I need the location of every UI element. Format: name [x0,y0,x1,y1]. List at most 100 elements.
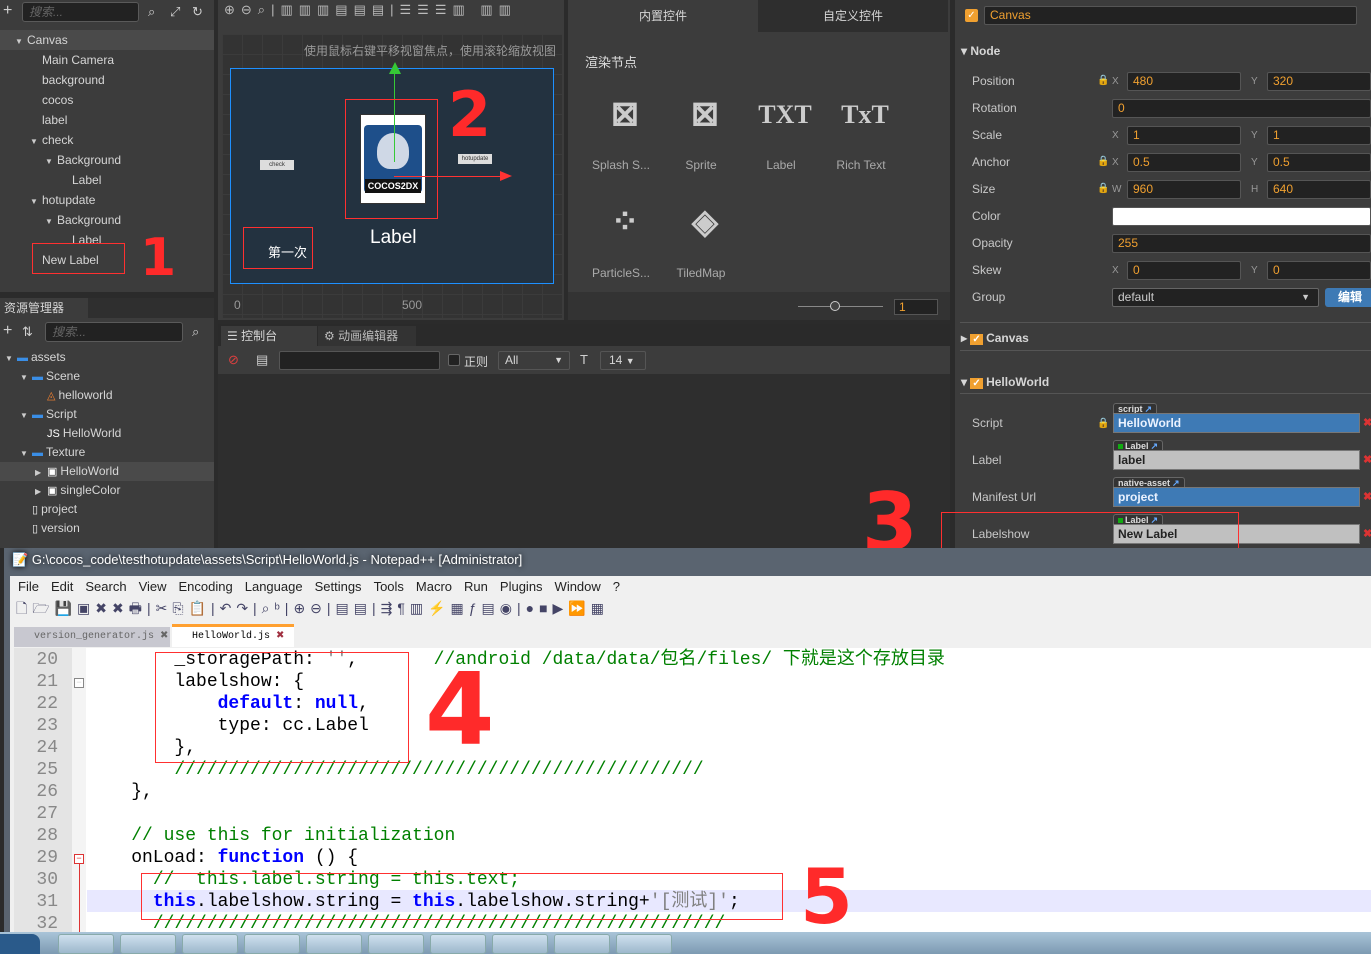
node-active-checkbox[interactable]: ✓ [965,9,978,22]
taskbar-app-other[interactable] [616,934,672,954]
asset-item[interactable]: JS HelloWorld [0,424,214,443]
widget-item[interactable]: ⊠ Splash S... [585,90,665,180]
group-select[interactable]: default ▼ [1112,288,1319,307]
tree-item[interactable]: ▼ check [0,130,214,150]
taskbar-app-cocos[interactable] [182,934,238,954]
position-x-input[interactable]: 480 [1127,72,1241,91]
widget-item[interactable]: ⊠ Sprite [665,90,745,180]
tree-item[interactable]: ▼ Background [0,210,214,230]
size-w-input[interactable]: 960 [1127,180,1241,199]
asset-item[interactable]: ▯ version [0,519,214,538]
anchor-y-input[interactable]: 0.5 [1267,153,1371,172]
taskbar-app-cmd[interactable] [554,934,610,954]
menu-macro[interactable]: Macro [416,579,452,594]
anchor-x-input[interactable]: 0.5 [1127,153,1241,172]
add-icon[interactable]: + [3,322,12,340]
menu-help[interactable]: ? [613,579,620,594]
log-level-select[interactable]: All ▼ [498,351,570,370]
widget-item[interactable]: ⁘ ParticleS... [585,198,665,288]
taskbar-app-ndx[interactable] [492,934,548,954]
menu-run[interactable]: Run [464,579,488,594]
asset-item[interactable]: ▯ project [0,500,214,519]
asset-item[interactable]: ▶ ▣ HelloWorld [0,462,214,481]
node-name-input[interactable]: Canvas [984,6,1357,25]
taskbar-app-chrome[interactable] [120,934,176,954]
taskbar-app-notepadpp[interactable] [368,934,424,954]
widget-item[interactable]: ◈ TiledMap [665,198,745,288]
asset-item[interactable]: ▼ ▬ Script [0,405,214,424]
taskbar-app-xampp[interactable] [430,934,486,954]
rotation-input[interactable]: 0 [1112,99,1371,118]
hotupdate-node[interactable]: hotupdate [458,154,492,164]
tree-item[interactable]: ▼ Canvas [0,30,214,50]
font-size-select[interactable]: 14 ▼ [600,351,646,370]
fold-icon[interactable]: − [74,678,84,688]
tree-item[interactable]: cocos [0,90,214,110]
clear-ref-icon[interactable]: ✖ [1363,527,1371,540]
zoom-slider[interactable] [798,306,883,307]
asset-item[interactable]: ▼ ▬ Texture [0,443,214,462]
start-button[interactable] [0,934,40,954]
menu-tools[interactable]: Tools [374,579,404,594]
fold-icon[interactable]: − [74,854,84,864]
tree-item[interactable]: ▼ Background [0,150,214,170]
skew-y-input[interactable]: 0 [1267,261,1371,280]
size-h-input[interactable]: 640 [1267,180,1371,199]
tree-item[interactable]: ▼ hotupdate [0,190,214,210]
lock-icon[interactable]: 🔒 [1097,183,1109,194]
lock-icon[interactable]: 🔒 [1097,75,1109,86]
node-section-header[interactable]: ▾ Node [961,44,1000,58]
tab-console[interactable]: ☰ 控制台 [221,326,317,346]
clear-ref-icon[interactable]: ✖ [1363,453,1371,466]
zoom-input[interactable]: 1 [894,299,938,315]
clear-ref-icon[interactable]: ✖ [1363,416,1371,429]
scale-y-input[interactable]: 1 [1267,126,1371,145]
skew-x-input[interactable]: 0 [1127,261,1241,280]
log-file-icon[interactable]: ▤ [256,352,268,368]
tab-animation[interactable]: ⚙ 动画编辑器 [318,326,416,346]
zoom-slider-handle[interactable] [830,301,840,311]
tab-helloworld[interactable]: HelloWorld.js ✖ [172,624,294,647]
console-filter-input[interactable] [279,351,440,370]
clear-ref-icon[interactable]: ✖ [1363,490,1371,503]
tab-builtin[interactable]: 内置控件 [568,0,758,32]
clear-icon[interactable]: ⊘ [228,352,239,368]
asset-item[interactable]: ▶ ▣ singleColor [0,481,214,500]
menu-plugins[interactable]: Plugins [500,579,543,594]
menu-file[interactable]: File [18,579,39,594]
tree-item[interactable]: Main Camera [0,50,214,70]
menu-view[interactable]: View [139,579,167,594]
menu-search[interactable]: Search [85,579,126,594]
taskbar-app-folder[interactable] [306,934,362,954]
opacity-input[interactable]: 255 [1112,234,1371,253]
menu-language[interactable]: Language [245,579,303,594]
asset-item[interactable]: ◬ helloworld [0,386,214,405]
asset-item[interactable]: ▼ ▬ Scene [0,367,214,386]
expand-icon[interactable]: ⤢ [170,4,180,20]
regex-checkbox[interactable] [448,354,460,366]
tree-item[interactable]: label [0,110,214,130]
assets-search-input[interactable]: 搜索... [45,322,183,342]
helloworld-component-header[interactable]: ▾ ✓ HelloWorld [961,375,1049,389]
ref-field[interactable]: label [1113,450,1360,470]
tree-item[interactable]: Label [0,170,214,190]
tab-custom[interactable]: 自定义控件 [758,0,948,32]
hierarchy-search-input[interactable]: 搜索... [22,2,139,22]
label-node[interactable]: Label [370,227,417,249]
refresh-icon[interactable]: ↻ [192,4,203,20]
menu-edit[interactable]: Edit [51,579,73,594]
assets-tab[interactable]: 资源管理器 [0,298,88,318]
taskbar-app-explorer[interactable] [58,934,114,954]
position-y-input[interactable]: 320 [1267,72,1371,91]
taskbar-app-vscode[interactable] [244,934,300,954]
add-icon[interactable]: + [3,2,12,20]
lock-icon[interactable]: 🔒 [1097,156,1109,167]
menu-settings[interactable]: Settings [315,579,362,594]
asset-item[interactable]: ▼ ▬ assets [0,348,214,367]
tree-item[interactable]: background [0,70,214,90]
ref-field[interactable]: project [1113,487,1360,507]
search-icon[interactable]: ⌕ [192,324,199,340]
menu-encoding[interactable]: Encoding [179,579,233,594]
canvas-component-header[interactable]: ▸ ✓ Canvas [961,331,1029,345]
check-node[interactable]: check [260,160,294,170]
